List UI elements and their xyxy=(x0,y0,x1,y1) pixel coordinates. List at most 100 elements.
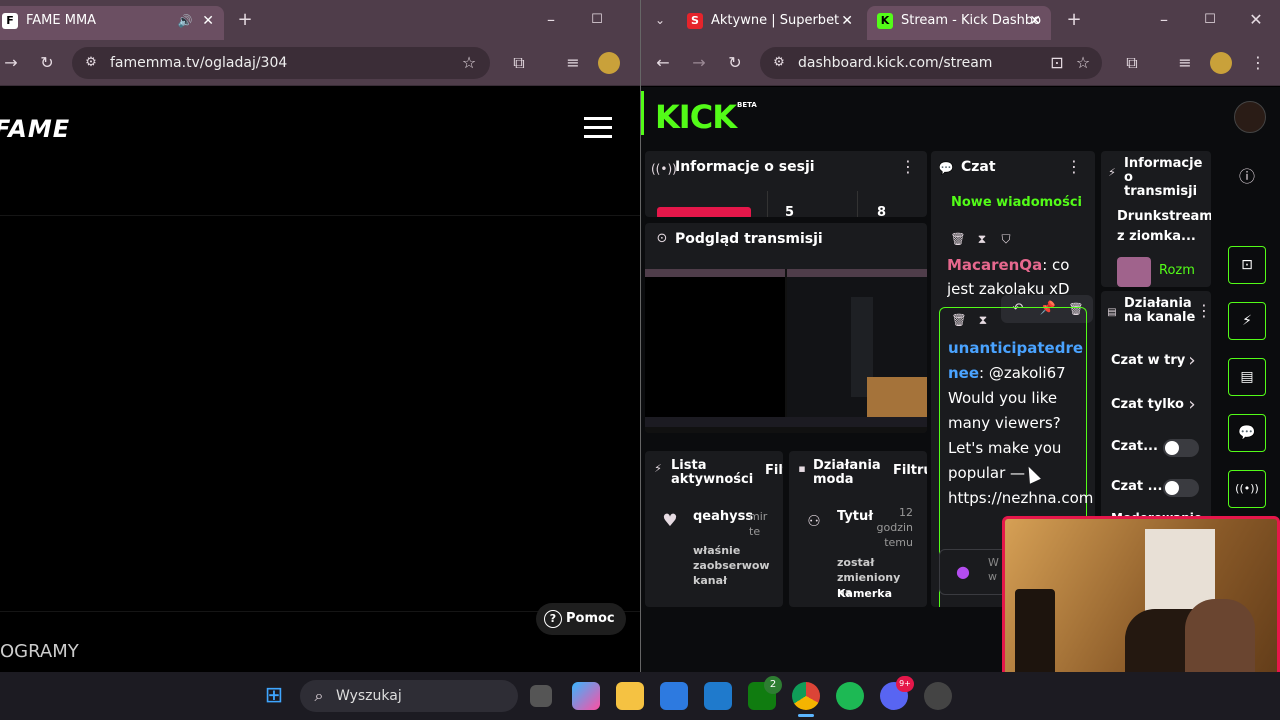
bottom-nav-text[interactable]: OGRAMY xyxy=(0,641,79,662)
followers-only-toggle[interactable] xyxy=(1163,479,1199,497)
minimize-icon[interactable]: – xyxy=(540,10,562,30)
tab-search-icon[interactable]: ⌄ xyxy=(649,10,671,30)
media-control-icon[interactable]: ≡ xyxy=(562,53,584,73)
url-field[interactable]: ⚙ famemma.tv/ogladaj/304 ☆ xyxy=(72,47,490,79)
close-window-icon[interactable]: ✕ xyxy=(1245,10,1267,30)
screenshot-icon[interactable]: ⊡ xyxy=(1046,53,1068,73)
spotify-icon[interactable] xyxy=(836,682,864,710)
left-browser-window: F FAME MMA 🔊 ✕ + – ☐ → ↻ ⚙ famemma.tv/og… xyxy=(0,0,640,672)
panel-title: Czat xyxy=(961,159,996,175)
kick-logo[interactable]: KICK xyxy=(655,97,737,137)
chat-message[interactable]: unanticipatedrenee: @zakoli67 Would you … xyxy=(948,336,1093,511)
rail-preview-button[interactable]: ⊡ xyxy=(1228,246,1266,284)
rail-broadcast-button[interactable]: ((•)) xyxy=(1228,470,1266,508)
taskbar-search[interactable]: ⌕ Wyszukaj xyxy=(300,680,518,712)
forward-icon[interactable]: → xyxy=(688,53,710,73)
chevron-right-icon[interactable]: › xyxy=(1181,351,1203,371)
tab-title: FAME MMA xyxy=(26,13,97,28)
more-options-icon[interactable]: ⋮ xyxy=(1063,157,1085,177)
new-tab-icon[interactable]: + xyxy=(1063,10,1085,30)
lightning-icon: ⚡ xyxy=(1108,166,1116,179)
close-tab-icon[interactable]: ✕ xyxy=(1029,6,1041,36)
reload-icon[interactable]: ↻ xyxy=(724,53,746,73)
channel-action-label[interactable]: Czat w try xyxy=(1111,353,1185,368)
stream-preview-video[interactable] xyxy=(645,269,927,433)
panel-title: Podgląd transmisji xyxy=(675,231,823,247)
maximize-icon[interactable]: ☐ xyxy=(586,10,608,30)
category-thumbnail[interactable] xyxy=(1117,257,1151,287)
profile-avatar[interactable] xyxy=(1210,52,1232,74)
channel-action-label[interactable]: Czat ... xyxy=(1111,479,1162,494)
user-avatar[interactable] xyxy=(1234,101,1266,133)
chevron-right-icon[interactable]: › xyxy=(1181,395,1203,415)
close-tab-icon[interactable]: ✕ xyxy=(841,6,853,36)
tab-superbet[interactable]: S Aktywne | Superbet ✕ xyxy=(677,6,863,40)
rail-chat-button[interactable]: 💬 xyxy=(1228,414,1266,452)
tab-kick-dashboard[interactable]: K Stream - Kick Dashbo ✕ xyxy=(867,6,1051,40)
channel-action-label[interactable]: Czat tylko xyxy=(1111,397,1184,412)
reload-icon[interactable]: ↻ xyxy=(36,53,58,73)
activity-user[interactable]: qeahyss xyxy=(693,509,753,524)
chat-message[interactable]: MacarenQa: co jest zakolaku xD xyxy=(947,253,1087,301)
more-options-icon[interactable]: ⋮ xyxy=(897,157,919,177)
chrome-menu-icon[interactable]: ⋮ xyxy=(1247,53,1269,73)
panel-title: Działania moda xyxy=(813,458,881,487)
stat-value: 5 xyxy=(785,205,795,217)
stat-value: 8 xyxy=(877,205,887,217)
fame-page: FAME ? Pomoc OGRAMY xyxy=(0,87,640,672)
discord-icon[interactable]: 9+ xyxy=(880,676,914,710)
delete-icon[interactable]: 🗑 xyxy=(948,310,970,330)
delete-icon[interactable]: 🗑 xyxy=(947,229,969,249)
bookmark-star-icon[interactable]: ☆ xyxy=(1072,53,1094,73)
filter-button[interactable]: Filt xyxy=(765,463,783,478)
panel-title: Informacje o transmisji xyxy=(1124,156,1203,199)
chat-input[interactable]: ● W w xyxy=(939,549,1009,595)
notification-badge: 2 xyxy=(764,676,782,694)
app-icon[interactable] xyxy=(924,682,952,710)
info-icon[interactable]: ⓘ xyxy=(1236,167,1258,187)
copilot-icon[interactable] xyxy=(572,682,600,710)
stat-divider xyxy=(857,191,858,217)
extensions-icon[interactable]: ⧉ xyxy=(508,53,530,73)
chrome-icon[interactable] xyxy=(792,682,820,710)
microphone-icon[interactable]: ● xyxy=(952,562,974,582)
windows-start-icon[interactable]: ⊞ xyxy=(260,682,288,710)
site-info-icon[interactable]: ⚙ xyxy=(80,53,102,73)
filter-button[interactable]: Filtruj xyxy=(893,463,927,478)
rail-notes-button[interactable]: ▤ xyxy=(1228,358,1266,396)
minimize-icon[interactable]: – xyxy=(1153,10,1175,30)
hamburger-menu-icon[interactable] xyxy=(584,117,612,139)
file-explorer-icon[interactable] xyxy=(616,682,644,710)
timeout-icon[interactable]: ⧗ xyxy=(972,310,994,330)
timeout-icon[interactable]: ⧗ xyxy=(971,229,993,249)
more-options-icon[interactable]: ⋮ xyxy=(1193,301,1211,321)
session-info-panel: ((•)) Informacje o sesji ⋮ 5 8 xyxy=(645,151,927,217)
help-button[interactable]: ? Pomoc xyxy=(536,603,626,635)
category-name[interactable]: Rozm xyxy=(1159,263,1195,278)
xbox-icon[interactable]: 2 xyxy=(748,676,782,710)
tab-title: Aktywne | Superbet xyxy=(711,13,840,28)
channel-action-label[interactable]: Czat... xyxy=(1111,439,1158,454)
bookmark-star-icon[interactable]: ☆ xyxy=(458,53,480,73)
speaker-icon[interactable]: 🔊 xyxy=(174,11,196,31)
media-control-icon[interactable]: ≡ xyxy=(1174,53,1196,73)
task-view-icon[interactable] xyxy=(530,685,552,707)
close-tab-icon[interactable]: ✕ xyxy=(202,6,214,36)
vscode-icon[interactable] xyxy=(704,682,732,710)
stream-title: Drunkstream z ziomka... xyxy=(1117,209,1211,244)
tab-fame-mma[interactable]: F FAME MMA 🔊 ✕ xyxy=(0,6,224,40)
back-icon[interactable]: ← xyxy=(652,53,674,73)
chat-username[interactable]: MacarenQa xyxy=(947,256,1042,274)
maximize-icon[interactable]: ☐ xyxy=(1199,10,1221,30)
site-info-icon[interactable]: ⚙ xyxy=(768,53,790,73)
forward-icon[interactable]: → xyxy=(0,53,22,73)
help-label: Pomoc xyxy=(566,611,615,626)
store-icon[interactable] xyxy=(660,682,688,710)
rail-lightning-button[interactable]: ⚡ xyxy=(1228,302,1266,340)
new-tab-icon[interactable]: + xyxy=(234,10,256,30)
url-field[interactable]: ⚙ dashboard.kick.com/stream ⊡ ☆ xyxy=(760,47,1102,79)
extensions-icon[interactable]: ⧉ xyxy=(1121,53,1143,73)
ban-shield-icon[interactable]: ⛉ xyxy=(995,229,1017,249)
slow-mode-toggle[interactable] xyxy=(1163,439,1199,457)
profile-avatar[interactable] xyxy=(598,52,620,74)
